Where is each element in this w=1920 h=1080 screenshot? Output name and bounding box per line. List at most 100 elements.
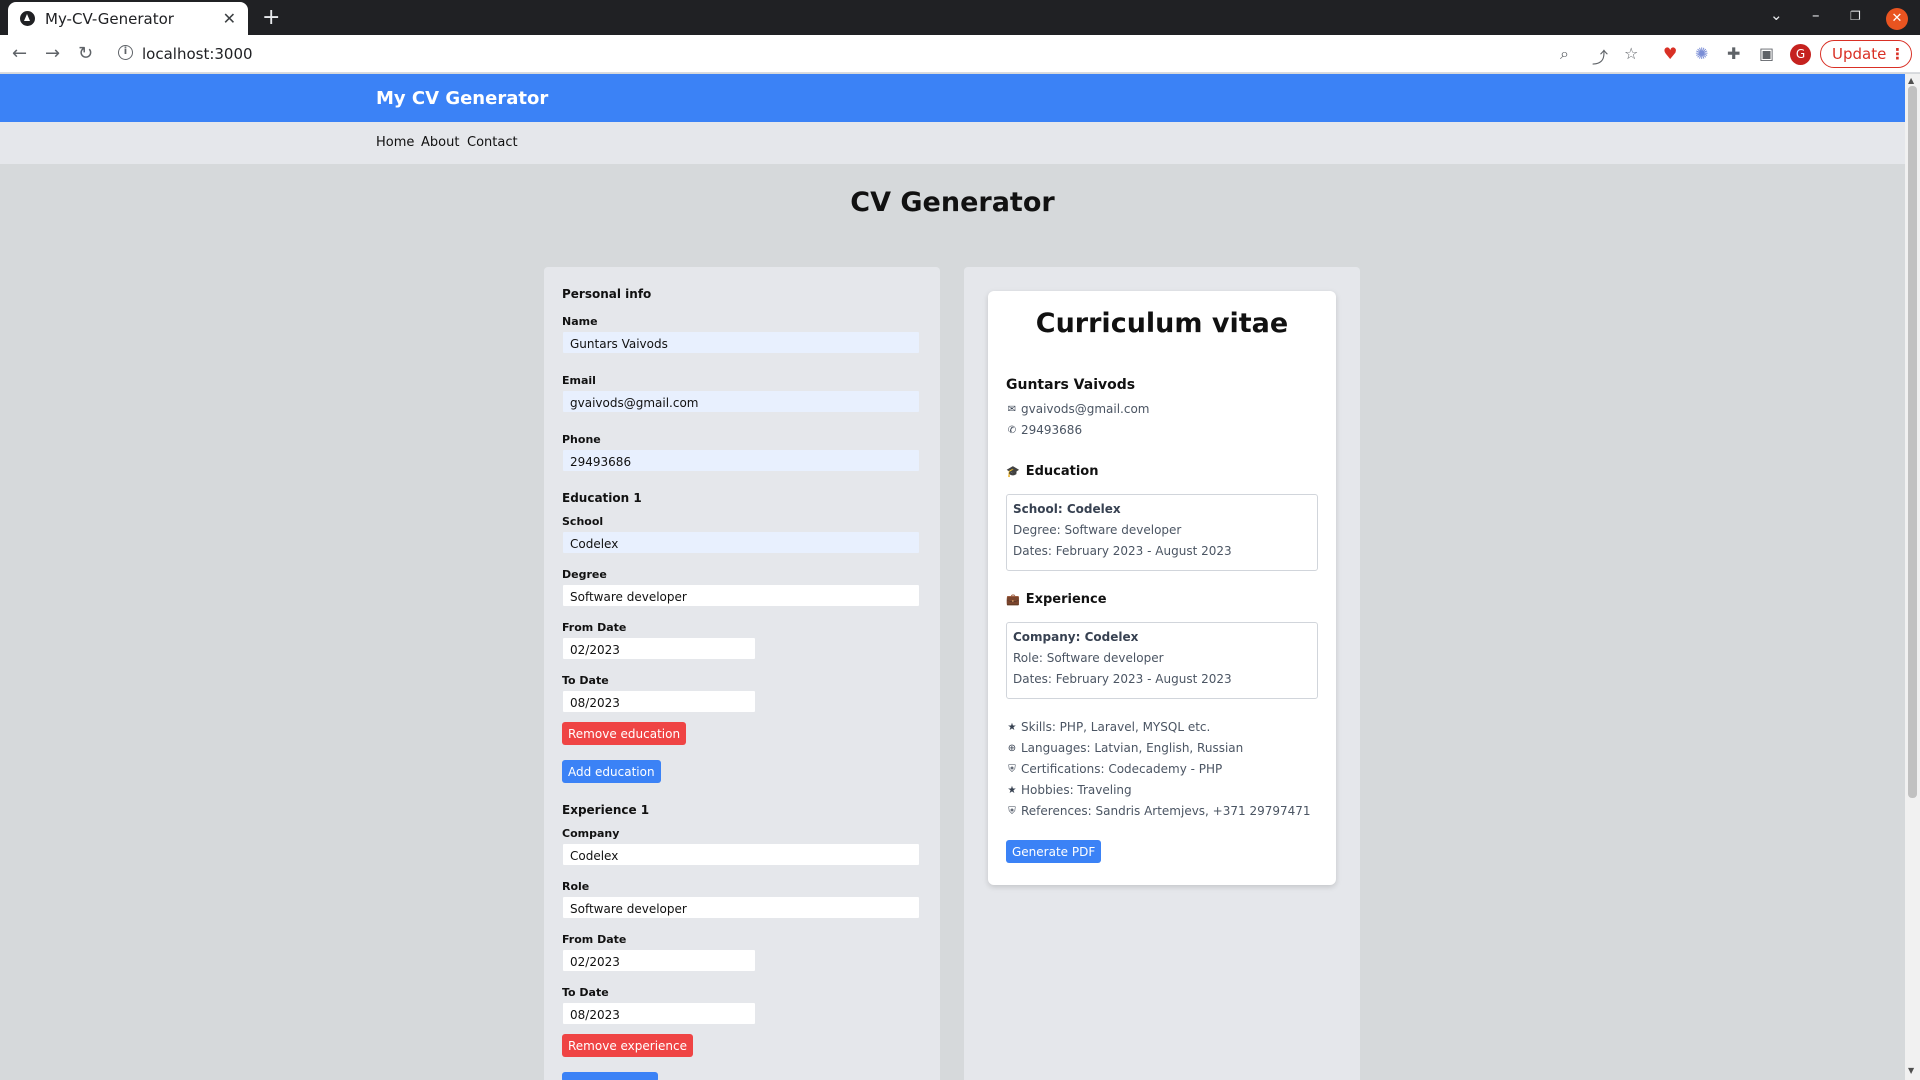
profile-avatar[interactable]: G	[1790, 44, 1811, 65]
experience-from-label: From Date	[562, 933, 627, 946]
cv-languages-line: ⊕ Languages: Latvian, English, Russian	[1006, 741, 1243, 755]
site-header: My CV Generator	[0, 74, 1905, 122]
cv-languages: Languages: Latvian, English, Russian	[1021, 741, 1244, 755]
education-from-field[interactable]: 02/2023	[562, 637, 756, 660]
experience-to-field[interactable]: 08/2023	[562, 1002, 756, 1025]
nav-contact-link[interactable]: Contact	[467, 135, 518, 150]
zoom-icon[interactable]: ⌕	[1560, 44, 1569, 64]
generate-pdf-button[interactable]: Generate PDF	[1006, 840, 1102, 863]
cv-experience-dates: Dates: February 2023 - August 2023	[1013, 672, 1232, 686]
experience-from-field[interactable]: 02/2023	[562, 949, 756, 972]
star-icon: ★	[1007, 784, 1017, 796]
cv-hobbies: Hobbies: Traveling	[1021, 783, 1132, 797]
nav-home-link[interactable]: Home	[376, 135, 414, 150]
shield-check-icon: ⛨	[1008, 763, 1016, 775]
cv-experience-role: Role: Software developer	[1013, 651, 1164, 665]
settings-extension-icon[interactable]: ✺	[1695, 44, 1708, 63]
cv-title: Curriculum vitae	[1035, 308, 1289, 339]
school-label: School	[562, 515, 604, 528]
cv-hobbies-line: ★ Hobbies: Traveling	[1006, 783, 1132, 797]
cv-certifications: Certifications: Codecademy - PHP	[1021, 762, 1223, 776]
degree-label: Degree	[562, 568, 607, 581]
page-title: CV Generator	[850, 187, 1055, 218]
update-label: Update	[1832, 45, 1887, 63]
nav-about-link[interactable]: About	[421, 135, 459, 150]
school-field[interactable]: Codelex	[562, 531, 920, 554]
role-field[interactable]: Software developer	[562, 896, 920, 919]
cv-phone: 29493686	[1021, 423, 1083, 437]
education-to-label: To Date	[562, 674, 609, 687]
experience-heading: Experience 1	[562, 803, 650, 817]
back-icon[interactable]: ←	[12, 43, 27, 64]
shield-check-icon: ⛨	[1008, 805, 1016, 817]
url-field[interactable]: localhost:3000	[142, 45, 253, 63]
cv-certifications-line: ⛨ Certifications: Codecademy - PHP	[1006, 762, 1222, 776]
window-close-icon[interactable]: ✕	[1886, 8, 1908, 30]
site-brand[interactable]: My CV Generator	[376, 88, 548, 109]
bookmark-star-icon[interactable]: ☆	[1624, 44, 1638, 63]
cv-experience-heading-label: Experience	[1025, 592, 1107, 607]
new-tab-icon[interactable]: +	[262, 5, 280, 30]
site-info-icon[interactable]: i	[118, 45, 133, 60]
education-heading: Education 1	[562, 491, 642, 505]
cv-email: gvaivods@gmail.com	[1021, 402, 1150, 416]
globe-icon: ⊕	[1007, 742, 1017, 754]
cv-education-heading: 🎓 Education	[1006, 464, 1098, 479]
menu-dots-icon: ⋮	[1890, 45, 1905, 63]
role-label: Role	[562, 880, 590, 893]
pocket-extension-icon[interactable]: ♥	[1663, 44, 1677, 63]
cv-experience-box: Company: Codelex Role: Software develope…	[1006, 622, 1318, 699]
scrollbar-thumb[interactable]	[1908, 86, 1917, 798]
cv-phone-line: ✆ 29493686	[1006, 423, 1082, 437]
cv-preview-panel: Curriculum vitae Guntars Vaivods ✉ gvaiv…	[964, 267, 1360, 1080]
remove-experience-button[interactable]: Remove experience	[562, 1034, 694, 1057]
share-icon[interactable]: ⤴	[1592, 44, 1608, 68]
cv-form-panel: Personal info Name Guntars Vaivods Email…	[544, 267, 940, 1080]
remove-education-button[interactable]: Remove education	[562, 722, 687, 745]
update-button[interactable]: Update ⋮	[1820, 40, 1912, 68]
phone-field[interactable]: 29493686	[562, 449, 920, 472]
web-page: My CV Generator Home About Contact CV Ge…	[0, 74, 1905, 1080]
page-scrollbar[interactable]	[1905, 74, 1920, 1080]
cv-email-line: ✉ gvaivods@gmail.com	[1006, 402, 1150, 416]
tab-search-icon[interactable]: ⌄	[1770, 6, 1783, 24]
cv-education-box: School: Codelex Degree: Software develop…	[1006, 494, 1318, 571]
site-nav: Home About Contact	[0, 122, 1905, 164]
add-education-button[interactable]: Add education	[562, 760, 661, 783]
personal-info-heading: Personal info	[562, 287, 652, 301]
cv-education-degree: Degree: Software developer	[1013, 523, 1182, 537]
cv-references: References: Sandris Artemjevs, +371 2979…	[1021, 804, 1311, 818]
degree-field[interactable]: Software developer	[562, 584, 920, 607]
close-tab-icon[interactable]: ✕	[223, 9, 236, 28]
cv-education-dates: Dates: February 2023 - August 2023	[1013, 544, 1232, 558]
education-from-label: From Date	[562, 621, 627, 634]
browser-tab-strip: My-CV-Generator ✕ + ⌄ – ❐ ✕	[0, 0, 1920, 35]
cv-references-line: ⛨ References: Sandris Artemjevs, +371 29…	[1006, 804, 1311, 818]
briefcase-icon: 💼	[1006, 593, 1020, 606]
browser-tab[interactable]: My-CV-Generator ✕	[8, 2, 248, 35]
name-field[interactable]: Guntars Vaivods	[562, 331, 920, 354]
cv-name: Guntars Vaivods	[1006, 377, 1136, 393]
site-favicon-icon	[20, 11, 35, 26]
education-to-field[interactable]: 08/2023	[562, 690, 756, 713]
reload-icon[interactable]: ↻	[78, 43, 93, 64]
experience-to-label: To Date	[562, 986, 609, 999]
name-label: Name	[562, 315, 598, 328]
email-field[interactable]: gvaivods@gmail.com	[562, 390, 920, 413]
side-panel-icon[interactable]: ▣	[1759, 44, 1774, 63]
scroll-up-arrow-icon[interactable]: ▲	[1908, 76, 1914, 85]
scroll-down-arrow-icon[interactable]: ▼	[1908, 1066, 1914, 1075]
email-label: Email	[562, 374, 596, 387]
add-experience-button-partial[interactable]	[562, 1072, 658, 1080]
company-label: Company	[562, 827, 620, 840]
extensions-puzzle-icon[interactable]: ✚	[1727, 44, 1740, 63]
phone-icon: ✆	[1007, 424, 1017, 436]
restore-icon[interactable]: ❐	[1850, 9, 1861, 23]
cv-education-school: School: Codelex	[1013, 502, 1121, 516]
minimize-icon[interactable]: –	[1812, 6, 1820, 24]
forward-icon[interactable]: →	[45, 43, 60, 64]
envelope-icon: ✉	[1007, 403, 1017, 415]
company-field[interactable]: Codelex	[562, 843, 920, 866]
cv-skills: Skills: PHP, Laravel, MYSQL etc.	[1021, 720, 1211, 734]
phone-label: Phone	[562, 433, 601, 446]
